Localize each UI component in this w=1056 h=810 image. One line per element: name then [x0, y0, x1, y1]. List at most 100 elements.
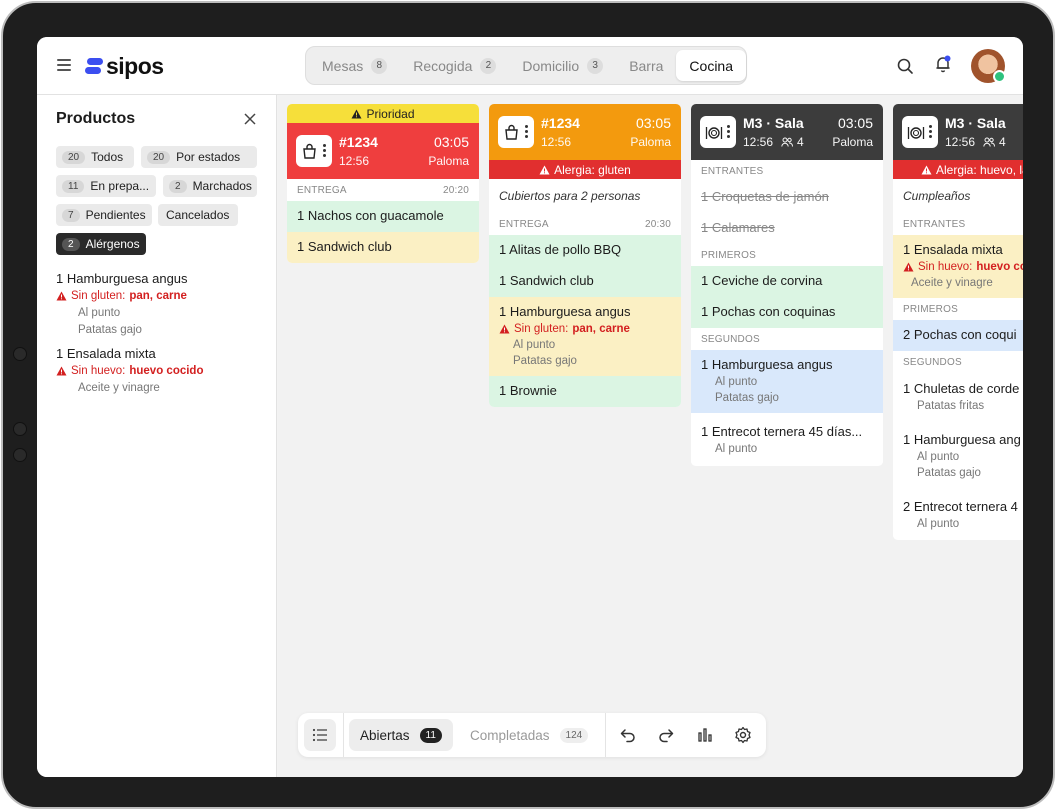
tab-cocina[interactable]: Cocina	[676, 50, 747, 81]
logo: sipos	[85, 53, 164, 79]
order-opened-time: 12:56	[339, 154, 370, 168]
table-plate-icon[interactable]	[700, 116, 736, 148]
tab-completadas[interactable]: Completadas 124	[459, 719, 599, 751]
allergen-alert: Sin huevo: huevo cocido	[56, 365, 271, 377]
close-icon[interactable]	[243, 112, 257, 126]
chip-todos[interactable]: 20 Todos	[56, 146, 134, 168]
priority-banner: Prioridad	[287, 104, 479, 123]
product-name: 1 Chuletas de corde	[903, 381, 1020, 396]
order-line[interactable]: 1 Ensalada mixta Sin huevo: huevo co Acei…	[893, 235, 1023, 298]
order-number: #1234	[541, 115, 580, 131]
order-elapsed-time: 03:05	[837, 115, 873, 131]
order-note: Cumpleaños	[903, 189, 971, 203]
order-line[interactable]: 1 Sandwich club	[489, 266, 681, 297]
product-name: 1 Entrecot ternera 45 días...	[701, 424, 863, 439]
order-header: M3 · Sala 12:56 4 03:05 Paloma	[691, 104, 883, 160]
app-screen: sipos Mesas 8 Recogida 2 Domicilio 3 Barra …	[37, 37, 1023, 777]
order-line[interactable]: 1 Hamburguesa angus Al punto Patatas gaj…	[691, 350, 883, 413]
product-name: 1 Ensalada mixta	[56, 346, 156, 361]
order-line[interactable]: 1 Ceviche de corvina	[691, 266, 883, 297]
chip-alergenos[interactable]: 2 Alérgenos	[56, 233, 146, 255]
takeaway-bag-icon[interactable]	[296, 135, 332, 167]
modifier: Al punto	[917, 451, 960, 463]
list-view-button[interactable]	[304, 719, 336, 751]
modifier: Patatas gajo	[78, 324, 142, 336]
order-line[interactable]: 1 Calamares	[691, 213, 883, 244]
order-meta: 12:56 4	[743, 135, 804, 149]
divider	[343, 713, 344, 757]
modifier: Al punto	[917, 518, 960, 530]
user-avatar[interactable]	[971, 49, 1006, 83]
search-icon[interactable]	[896, 57, 914, 75]
redo-icon[interactable]	[657, 726, 675, 744]
chip-marchados[interactable]: 2 Marchados	[163, 175, 257, 197]
guests-icon	[983, 137, 995, 147]
order-card[interactable]: #1234 12:56 03:05 Paloma Alergia: gluten…	[489, 104, 681, 407]
camera-dot	[13, 347, 27, 361]
order-line[interactable]: 1 Brownie	[489, 376, 681, 407]
product-name: 1 Hamburguesa angus	[499, 304, 631, 319]
modifier: Patatas gajo	[715, 392, 779, 404]
order-note: Cubiertos para 2 personas	[499, 189, 641, 203]
order-line[interactable]: 1 Nachos con guacamole	[287, 201, 479, 232]
allergen-product-list: 1 Hamburguesa angus Sin gluten: pan, carn…	[56, 271, 271, 399]
order-line[interactable]: 1 Hamburguesa angus Sin gluten: pan, carn…	[489, 297, 681, 376]
waiter-name: Paloma	[428, 154, 469, 168]
tab-barra[interactable]: Barra	[616, 50, 676, 81]
warning-icon	[921, 165, 932, 174]
order-line[interactable]: 1 Pochas con coquinas	[691, 297, 883, 328]
order-line[interactable]: 2 Entrecot ternera 4 Al punto	[893, 489, 1023, 540]
order-line[interactable]: 1 Croquetas de jamón	[691, 182, 883, 213]
section-header: SEGUNDOS	[893, 351, 1023, 373]
chip-por-estados[interactable]: 20 Por estados	[141, 146, 257, 168]
modifier: Aceite y vinagre	[78, 382, 160, 394]
stats-icon[interactable]	[696, 726, 714, 744]
order-card[interactable]: M3 · Sala 12:56 4 03:05 Paloma ENTRANTES …	[691, 104, 883, 466]
tab-mesas[interactable]: Mesas 8	[309, 50, 400, 81]
warning-icon	[903, 262, 914, 272]
allergy-banner: Alergia: gluten	[489, 160, 681, 179]
order-opened-time: 12:56	[541, 135, 572, 149]
list-item[interactable]: 1 Hamburguesa angus Sin gluten: pan, carn…	[56, 271, 271, 336]
modifier: Aceite y vinagre	[911, 277, 993, 289]
waiter-name: Paloma	[832, 135, 873, 149]
modifier: Al punto	[715, 443, 758, 455]
tab-domicilio[interactable]: Domicilio 3	[509, 50, 616, 81]
warning-icon	[56, 366, 67, 376]
order-line[interactable]: 2 Pochas con coqui	[893, 320, 1023, 351]
order-number: #1234	[339, 134, 378, 150]
order-line[interactable]: 1 Sandwich club	[287, 232, 479, 263]
logo-text: sipos	[106, 52, 164, 79]
bell-icon[interactable]	[934, 55, 952, 73]
order-line[interactable]: 1 Hamburguesa ang Al punto Patatas gajo	[893, 422, 1023, 489]
allergen-alert: Sin gluten: pan, carne	[56, 290, 271, 302]
tablet-frame: sipos Mesas 8 Recogida 2 Domicilio 3 Barra …	[1, 1, 1055, 809]
warning-icon	[56, 291, 67, 301]
order-header: #1234 12:56 03:05 Paloma	[489, 104, 681, 160]
takeaway-bag-icon[interactable]	[498, 116, 534, 148]
table-number: M3 · Sala	[743, 115, 804, 131]
order-line[interactable]: 1 Chuletas de corde Patatas fritas	[893, 373, 1023, 422]
warning-icon	[499, 324, 510, 334]
chip-cancelados[interactable]: Cancelados	[158, 204, 238, 226]
order-line[interactable]: 1 Entrecot ternera 45 días... Al punto	[691, 413, 883, 466]
order-card[interactable]: M3 · Sala 12:56 4 Alergia: huevo, la Cump…	[893, 104, 1023, 540]
guests-icon	[781, 137, 793, 147]
table-plate-icon[interactable]	[902, 116, 938, 148]
tab-abiertas[interactable]: Abiertas 11	[349, 719, 453, 751]
products-sidebar: Productos 20 Todos 20 Por estados 11 En pre…	[37, 95, 277, 777]
tab-recogida[interactable]: Recogida 2	[400, 50, 509, 81]
chip-pendientes[interactable]: 7 Pendientes	[56, 204, 152, 226]
chip-en-preparacion[interactable]: 11 En prepa...	[56, 175, 156, 197]
order-card[interactable]: Prioridad #1234 12:56 03:05 Paloma ENTRE…	[287, 104, 479, 263]
modifier: Al punto	[513, 339, 556, 351]
gear-icon[interactable]	[734, 726, 752, 744]
count-badge: 11	[419, 727, 442, 743]
menu-icon[interactable]	[57, 59, 71, 71]
order-meta: 12:56 4	[945, 135, 1006, 149]
camera-dot	[13, 448, 27, 462]
warning-icon	[539, 165, 550, 174]
order-line[interactable]: 1 Alitas de pollo BBQ	[489, 235, 681, 266]
undo-icon[interactable]	[619, 726, 637, 744]
list-item[interactable]: 1 Ensalada mixta Sin huevo: huevo cocido …	[56, 346, 271, 394]
